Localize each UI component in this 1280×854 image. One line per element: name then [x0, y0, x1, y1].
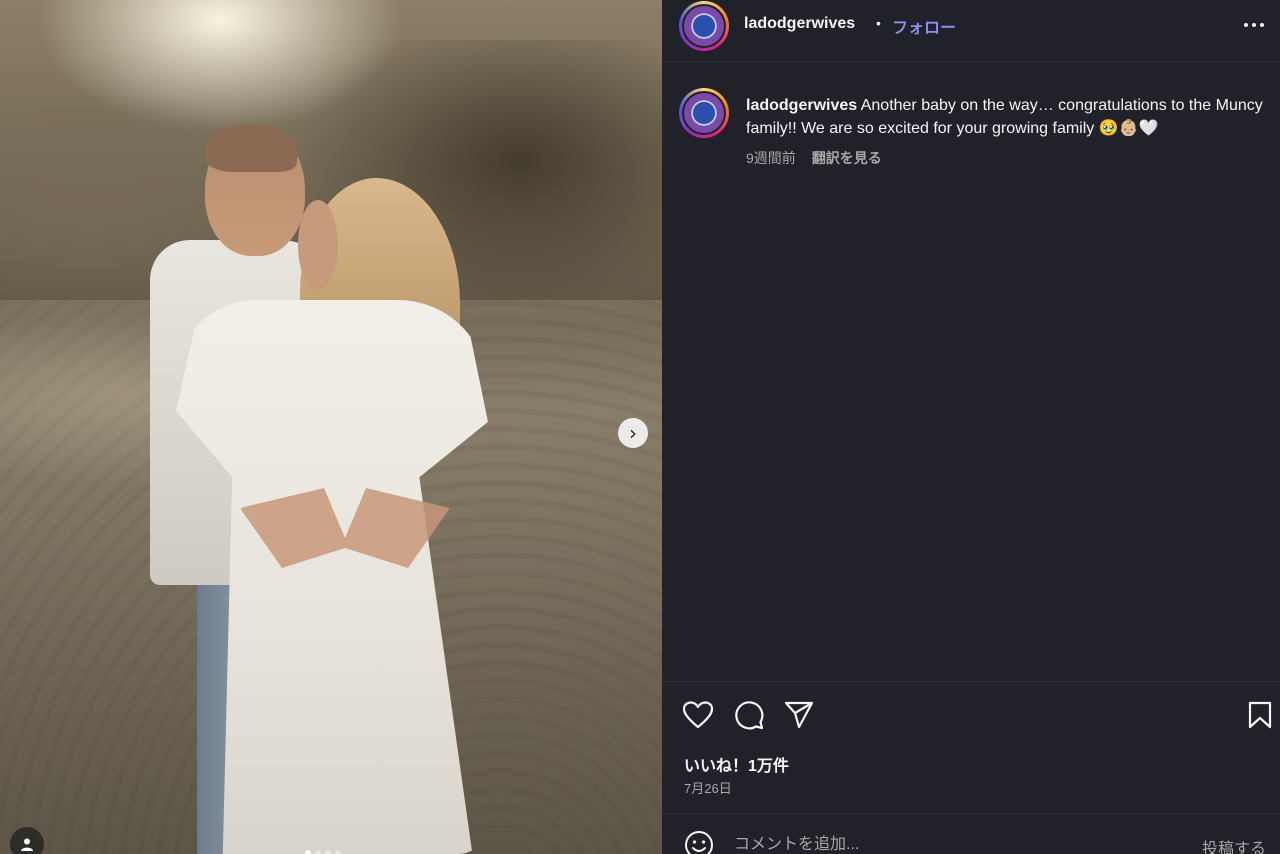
- bookmark-icon: [1248, 701, 1272, 729]
- caption-text-block: ladodgerwives Another baby on the way… c…: [746, 94, 1276, 140]
- caption-username[interactable]: ladodgerwives: [746, 97, 857, 114]
- smiley-icon: [685, 831, 713, 854]
- emoji-button[interactable]: [684, 830, 714, 854]
- person-icon: [21, 838, 33, 851]
- post-actions: いいね！1万件 7月26日: [662, 681, 1280, 813]
- carousel-dot: [305, 850, 311, 854]
- photo-figure-woman-face: [298, 200, 338, 290]
- carousel-next-button[interactable]: ›: [618, 418, 648, 448]
- caption-meta: 9週間前 翻訳を見る: [746, 148, 882, 168]
- dodgers-logo-icon: [684, 6, 724, 46]
- dodgers-logo-icon: [684, 93, 724, 133]
- author-avatar[interactable]: [679, 1, 729, 51]
- carousel-indicator: [305, 850, 341, 854]
- likes-count[interactable]: いいね！1万件: [684, 752, 789, 776]
- author-username[interactable]: ladodgerwives: [744, 15, 855, 33]
- post-header: ladodgerwives • フォロー: [662, 0, 1280, 62]
- comment-input[interactable]: [734, 834, 1174, 854]
- chevron-right-icon: ›: [629, 421, 637, 445]
- more-options-icon[interactable]: [1243, 12, 1265, 33]
- carousel-dot: [335, 850, 341, 854]
- tagged-users-button[interactable]: [10, 827, 44, 854]
- photo-figure-man-hair: [205, 124, 297, 172]
- post-comment-button[interactable]: 投稿する: [1202, 835, 1266, 854]
- comment-button[interactable]: [733, 699, 765, 731]
- post-date[interactable]: 7月26日: [684, 778, 732, 797]
- separator-dot: •: [876, 15, 881, 31]
- carousel-dot: [325, 850, 331, 854]
- heart-icon: [683, 701, 713, 729]
- carousel-dot: [315, 850, 321, 854]
- share-button[interactable]: [783, 699, 815, 731]
- comment-icon: [735, 701, 764, 730]
- caption-time[interactable]: 9週間前: [746, 148, 796, 168]
- save-button[interactable]: [1244, 699, 1276, 731]
- post-photo[interactable]: ›: [0, 0, 662, 854]
- like-button[interactable]: [682, 699, 714, 731]
- send-icon: [784, 701, 814, 729]
- follow-button[interactable]: フォロー: [892, 14, 956, 38]
- comment-bar: 投稿する: [662, 813, 1280, 854]
- post-side-panel: ladodgerwives • フォロー ladodgerwives Anoth…: [662, 0, 1280, 854]
- translate-button[interactable]: 翻訳を見る: [812, 148, 882, 168]
- caption-avatar[interactable]: [679, 88, 729, 138]
